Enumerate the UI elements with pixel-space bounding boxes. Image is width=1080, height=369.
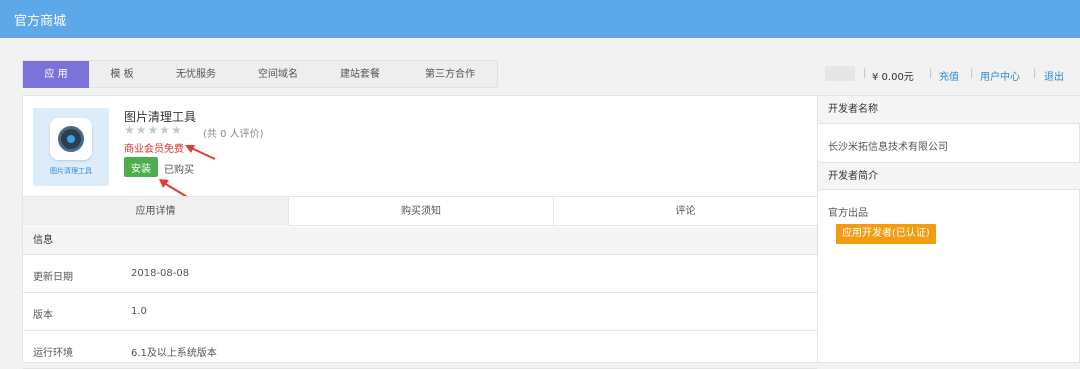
tab-site-packages[interactable]: 建站套餐	[319, 61, 401, 88]
avatar	[825, 66, 855, 81]
developer-intro: 官方出品	[828, 208, 868, 219]
balance-text: ¥ 0.00元	[872, 72, 914, 83]
separator: |	[863, 68, 867, 79]
info-heading: 信息	[23, 227, 817, 255]
developer-name: 长沙米拓信息技术有限公司	[828, 142, 948, 153]
app-icon-caption: 图片清理工具	[50, 167, 92, 175]
tab-app-details[interactable]: 应用详情	[23, 197, 288, 226]
row-value: 6.1及以上系统版本	[131, 348, 217, 359]
row-key: 版本	[33, 310, 53, 321]
tab-hosting-domains[interactable]: 空间域名	[237, 61, 319, 88]
camera-icon	[50, 118, 92, 160]
tab-comments[interactable]: 评论	[553, 197, 817, 226]
app-detail-panel: 图片清理工具 图片清理工具 ★★★★★ (共 0 人评价) 商业会员免费 安装 …	[22, 95, 818, 369]
rating-stars-icon: ★★★★★	[124, 123, 183, 137]
app-icon: 图片清理工具	[33, 108, 109, 186]
page-title: 官方商城	[14, 14, 67, 29]
category-tabs: 应 用 模 板 无忧服务 空间域名 建站套餐 第三方合作	[22, 60, 498, 88]
table-row: 版本 1.0	[23, 293, 817, 331]
separator: |	[929, 68, 933, 79]
row-key: 运行环境	[33, 348, 73, 359]
tab-worry-free-service[interactable]: 无忧服务	[155, 61, 237, 88]
user-center-link[interactable]: 用户中心	[980, 68, 1020, 83]
rating-count: (共 0 人评价)	[203, 129, 264, 140]
tab-purchase-notes[interactable]: 购买须知	[288, 197, 553, 226]
developer-name-heading: 开发者名称	[818, 96, 1080, 124]
tab-third-party[interactable]: 第三方合作	[401, 61, 499, 88]
install-button[interactable]: 安装	[124, 157, 158, 177]
recharge-link[interactable]: 充值	[939, 68, 959, 83]
top-header: 官方商城	[0, 0, 1080, 38]
purchased-label: 已购买	[164, 165, 194, 176]
tab-templates[interactable]: 模 板	[89, 61, 155, 88]
table-row: 更新日期 2018-08-08	[23, 255, 817, 293]
verified-developer-badge: 应用开发者(已认证)	[836, 224, 936, 244]
separator: |	[970, 68, 974, 79]
row-value: 1.0	[131, 306, 147, 317]
table-row: 运行环境 6.1及以上系统版本	[23, 331, 817, 369]
separator: |	[1033, 68, 1037, 79]
red-arrow-icon	[185, 145, 216, 160]
row-value: 2018-08-08	[131, 268, 190, 279]
developer-intro-heading: 开发者简介	[818, 162, 1080, 190]
row-key: 更新日期	[33, 272, 73, 283]
developer-panel: 开发者名称 长沙米拓信息技术有限公司 开发者简介 官方出品 应用开发者(已认证)	[818, 95, 1080, 363]
detail-tabs: 应用详情 购买须知 评论	[23, 196, 817, 226]
account-bar: | ¥ 0.00元 | 充值 | 用户中心 | 退出	[825, 64, 1080, 84]
price-note: 商业会员免费	[124, 144, 184, 155]
tab-apps[interactable]: 应 用	[23, 61, 89, 88]
logout-link[interactable]: 退出	[1044, 68, 1064, 83]
